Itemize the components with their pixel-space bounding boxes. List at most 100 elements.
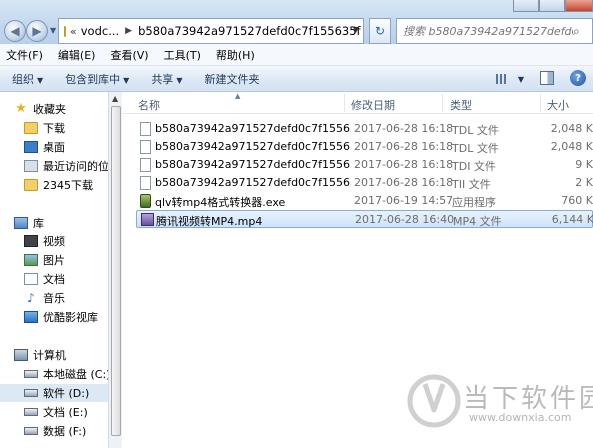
- folder-icon: [64, 25, 66, 37]
- file-date: 2017-06-28 16:18: [354, 122, 454, 135]
- file-type: TDL 文件: [452, 142, 499, 155]
- file-size: 2,048 K: [550, 122, 593, 135]
- search-input[interactable]: [403, 24, 573, 38]
- column-header-type[interactable]: 类型: [450, 97, 472, 113]
- back-button[interactable]: ◀: [4, 20, 26, 42]
- include-in-library-button[interactable]: 包含到库中 ▼: [65, 71, 129, 87]
- file-date: 2017-06-19 14:57: [354, 194, 454, 207]
- library-icon: [14, 217, 28, 229]
- navigation-scrollbar[interactable]: ▲: [108, 92, 122, 448]
- nav-label: 收藏夹: [33, 103, 66, 116]
- file-name: b580a73942a971527defd0c7f155635f...: [155, 122, 351, 135]
- nav-computer[interactable]: 计算机: [14, 346, 66, 364]
- minimize-button[interactable]: [513, 0, 539, 12]
- nav-item-drive-c[interactable]: 本地磁盘 (C:): [24, 365, 108, 383]
- scroll-up-arrow-icon[interactable]: ▲: [112, 94, 118, 103]
- folder-icon: [24, 179, 38, 191]
- column-divider[interactable]: [442, 94, 443, 112]
- file-row[interactable]: qlv转mp4格式转换器.exe 2017-06-19 14:57 应用程序 7…: [136, 192, 593, 210]
- file-row-selected[interactable]: 腾讯视频转MP4.mp4 2017-06-28 16:40 MP4 文件 6,1…: [136, 210, 593, 228]
- organize-button[interactable]: 组织 ▼: [12, 71, 43, 87]
- arrow-left-icon: ◀: [10, 24, 20, 38]
- nav-item-drive-e[interactable]: 文档 (E:): [24, 403, 88, 421]
- generic-file-icon: [140, 158, 151, 172]
- forward-button[interactable]: ▶: [26, 20, 48, 42]
- title-bar: ◀ ▶ ▼ « vodc... ▶ b580a73942a971527defd0…: [0, 0, 593, 44]
- address-segment[interactable]: vodc...: [81, 24, 119, 38]
- nav-library[interactable]: 库: [14, 214, 44, 232]
- menu-file[interactable]: 文件(F): [6, 47, 43, 63]
- menu-help[interactable]: 帮助(H): [216, 47, 255, 63]
- youku-library-icon: [24, 311, 38, 323]
- search-box[interactable]: ⌕: [396, 18, 593, 44]
- column-header-size[interactable]: 大小: [547, 97, 569, 113]
- address-bar[interactable]: « vodc... ▶ b580a73942a971527defd0c7f155…: [58, 18, 364, 44]
- file-type: MP4 文件: [453, 215, 502, 228]
- nav-item-recent-places[interactable]: 最近访问的位置: [24, 157, 108, 175]
- nav-label: 软件 (D:): [43, 387, 90, 400]
- computer-icon: [14, 349, 28, 361]
- file-size: 6,144 K: [551, 213, 593, 226]
- help-icon[interactable]: ?: [570, 70, 586, 86]
- file-date: 2017-06-28 16:18: [354, 158, 454, 171]
- new-folder-button[interactable]: 新建文件夹: [204, 71, 259, 87]
- nav-label: 本地磁盘 (C:): [43, 368, 108, 381]
- nav-item-drive-f[interactable]: 数据 (F:): [24, 422, 86, 440]
- nav-label: 音乐: [43, 292, 65, 305]
- file-date: 2017-06-28 16:40: [355, 213, 455, 226]
- menu-view[interactable]: 查看(V): [110, 47, 148, 63]
- menu-edit[interactable]: 编辑(E): [58, 47, 96, 63]
- document-library-icon: [24, 273, 38, 285]
- file-type: 应用程序: [452, 196, 496, 209]
- recent-places-icon: [24, 160, 38, 172]
- nav-item-downloads[interactable]: 下载: [24, 119, 65, 137]
- preview-pane-icon[interactable]: [540, 71, 554, 85]
- maximize-button[interactable]: [539, 0, 565, 12]
- file-row[interactable]: b580a73942a971527defd0c7f155635f... 2017…: [136, 138, 593, 156]
- nav-item-music[interactable]: ♪ 音乐: [24, 289, 65, 307]
- file-row[interactable]: b580a73942a971527defd0c7f155635f... 2017…: [136, 174, 593, 192]
- address-dropdown-icon[interactable]: ▼: [353, 25, 359, 34]
- arrow-right-icon: ▶: [32, 24, 42, 38]
- close-button[interactable]: [565, 0, 593, 12]
- nav-item-2345-downloads[interactable]: 2345下载: [24, 176, 93, 194]
- nav-item-videos[interactable]: 视频: [24, 232, 65, 250]
- file-type: TDL 文件: [452, 124, 499, 137]
- nav-item-desktop[interactable]: 桌面: [24, 138, 65, 156]
- scrollbar-thumb[interactable]: [111, 106, 121, 436]
- address-segment[interactable]: b580a73942a971527defd0c7f155635f: [138, 24, 361, 38]
- change-view-button[interactable]: ▼: [496, 72, 524, 86]
- search-icon[interactable]: ⌕: [573, 24, 580, 39]
- column-header-date[interactable]: 修改日期: [351, 97, 395, 113]
- file-row[interactable]: b580a73942a971527defd0c7f155635f... 2017…: [136, 156, 593, 174]
- double-chevron-icon[interactable]: «: [70, 25, 77, 38]
- share-button[interactable]: 共享 ▼: [151, 71, 182, 87]
- dropdown-arrow-icon: ▼: [37, 75, 44, 85]
- file-size: 2,048 K: [550, 140, 593, 153]
- menu-tools[interactable]: 工具(T): [164, 47, 201, 63]
- file-name: qlv转mp4格式转换器.exe: [155, 196, 286, 209]
- nav-item-documents[interactable]: 文档: [24, 270, 65, 288]
- exe-icon: [140, 194, 151, 208]
- file-row[interactable]: b580a73942a971527defd0c7f155635f... 2017…: [136, 120, 593, 138]
- nav-item-drive-d[interactable]: 软件 (D:): [0, 384, 108, 402]
- nav-favorites[interactable]: ★ 收藏夹: [14, 100, 66, 118]
- column-divider[interactable]: [540, 94, 541, 112]
- nav-label: 下载: [43, 122, 65, 135]
- dropdown-arrow-icon: ▼: [123, 75, 130, 85]
- music-note-icon: ♪: [27, 291, 35, 305]
- column-divider[interactable]: [344, 94, 345, 112]
- column-header-row: ▲ 名称 修改日期 类型 大小: [122, 92, 593, 114]
- file-date: 2017-06-28 16:18: [354, 140, 454, 153]
- nav-item-youku-library[interactable]: 优酷影视库: [24, 308, 98, 326]
- column-header-name[interactable]: 名称: [138, 97, 160, 113]
- recent-pages-dropdown[interactable]: ▼: [50, 26, 56, 35]
- file-size: 760 K: [561, 194, 593, 207]
- nav-label: 优酷影视库: [43, 311, 98, 324]
- video-library-icon: [24, 235, 38, 247]
- chevron-right-icon[interactable]: ▶: [125, 26, 132, 36]
- nav-item-pictures[interactable]: 图片: [24, 251, 65, 269]
- refresh-button[interactable]: ↻: [369, 18, 391, 44]
- file-size: 2 K: [575, 176, 593, 189]
- file-name: 腾讯视频转MP4.mp4: [156, 215, 263, 228]
